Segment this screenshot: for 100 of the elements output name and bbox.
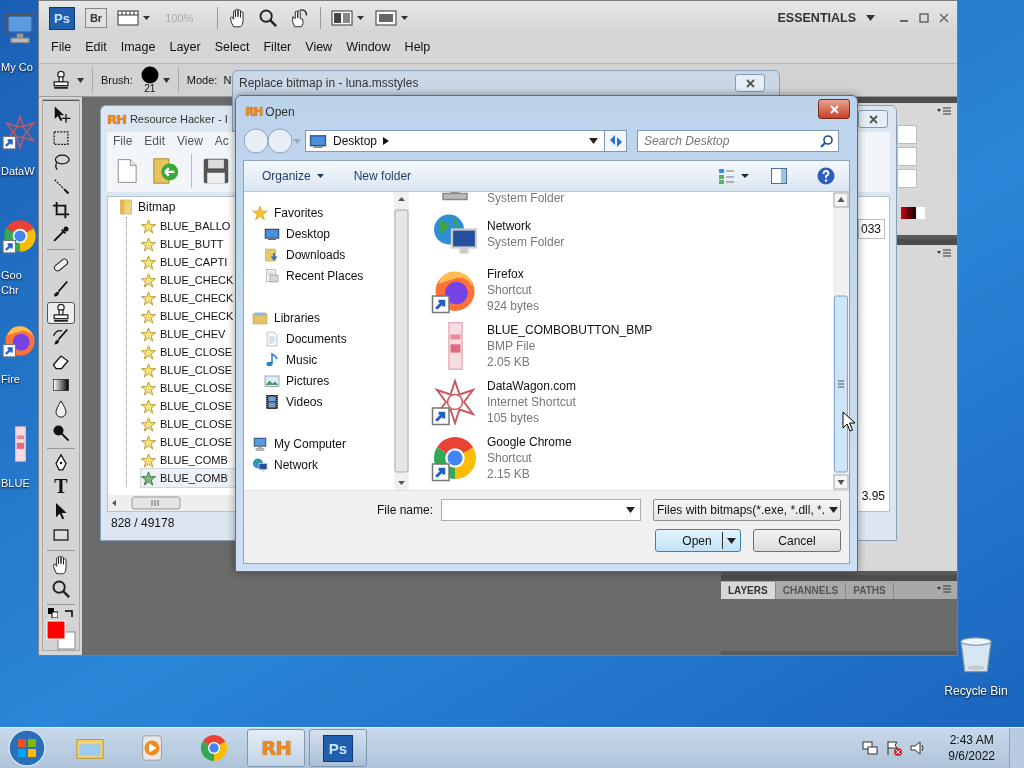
cancel-button[interactable]: Cancel bbox=[753, 529, 841, 552]
tree-item[interactable]: BLUE_CHECK bbox=[141, 307, 238, 325]
nav-item[interactable]: My Computer bbox=[252, 433, 394, 454]
tree-item[interactable]: BLUE_CAPTI bbox=[141, 253, 238, 271]
vertical-scrollbar-icon[interactable] bbox=[394, 192, 409, 490]
menu-item[interactable]: Help bbox=[397, 40, 438, 54]
screen-mode-dropdown-icon[interactable] bbox=[375, 9, 410, 27]
menu-item[interactable]: File bbox=[44, 40, 79, 54]
close-button[interactable] bbox=[858, 110, 888, 128]
help-icon[interactable] bbox=[817, 167, 835, 185]
tree-item[interactable]: BLUE_CLOSE bbox=[141, 433, 238, 451]
view-options-icon[interactable] bbox=[719, 168, 749, 184]
bridge-button[interactable]: Br bbox=[84, 8, 108, 28]
nav-item[interactable]: Recent Places bbox=[252, 265, 394, 286]
app-logo[interactable]: Ps bbox=[49, 6, 75, 30]
taskbar-button[interactable]: Ps bbox=[309, 729, 367, 767]
file-name[interactable]: Firefox bbox=[487, 266, 540, 282]
menu-item[interactable]: Layer bbox=[162, 40, 208, 54]
tree-item[interactable]: BLUE_CLOSE bbox=[141, 343, 238, 361]
network-icon[interactable] bbox=[862, 740, 879, 756]
nav-item[interactable]: Videos bbox=[252, 391, 394, 412]
file-name-field[interactable] bbox=[441, 499, 641, 521]
clock[interactable]: 2:43 AM 9/6/2022 bbox=[944, 732, 999, 764]
panel-field[interactable] bbox=[897, 169, 917, 188]
panel-menu-icon[interactable] bbox=[937, 249, 951, 257]
organize-button[interactable]: Organize bbox=[262, 169, 324, 183]
nav-item[interactable]: Desktop bbox=[252, 223, 394, 244]
tool-preset-picker[interactable] bbox=[51, 70, 84, 90]
close-icon[interactable] bbox=[745, 78, 755, 88]
color-ramp-icon[interactable] bbox=[901, 207, 925, 219]
nav-item[interactable]: Pictures bbox=[252, 370, 394, 391]
brush-picker[interactable]: 21 bbox=[140, 66, 170, 94]
history-brush-icon[interactable] bbox=[51, 326, 71, 347]
speaker-icon[interactable] bbox=[910, 740, 927, 756]
panel-menu-icon[interactable] bbox=[937, 107, 951, 115]
tree-item[interactable]: BLUE_BUTT bbox=[141, 235, 238, 253]
caret-icon[interactable] bbox=[626, 507, 635, 513]
panel-field[interactable] bbox=[897, 147, 917, 166]
horizontal-scrollbar-icon[interactable] bbox=[108, 495, 234, 511]
mode-dropdown[interactable]: N bbox=[223, 74, 232, 86]
close-icon[interactable] bbox=[939, 13, 949, 23]
flag-error-icon[interactable] bbox=[886, 740, 903, 756]
menu-item[interactable]: File bbox=[107, 134, 139, 148]
file-name[interactable]: Network bbox=[487, 218, 565, 234]
file-name[interactable]: DataWagon.com bbox=[487, 378, 576, 394]
stamp-icon[interactable] bbox=[51, 302, 71, 323]
color-swatches-icon[interactable] bbox=[46, 620, 76, 650]
menu-item[interactable]: View bbox=[171, 134, 209, 148]
start-button-icon[interactable] bbox=[7, 728, 47, 768]
tree-item[interactable]: BLUE_CHEV bbox=[141, 325, 238, 343]
new-folder-button[interactable]: New folder bbox=[353, 169, 412, 183]
folder-arrow-icon[interactable] bbox=[151, 155, 181, 187]
preview-pane-icon[interactable] bbox=[771, 168, 787, 184]
maximize-icon[interactable] bbox=[919, 13, 929, 23]
workspace-switcher[interactable]: ESSENTIALS bbox=[777, 11, 875, 25]
brush-icon[interactable] bbox=[51, 278, 71, 299]
menu-item[interactable]: Edit bbox=[78, 40, 114, 54]
close-button[interactable] bbox=[735, 74, 765, 92]
tree-item[interactable]: BLUE_CLOSE bbox=[141, 379, 238, 397]
vertical-scrollbar-icon[interactable] bbox=[833, 192, 849, 490]
open-button[interactable]: Open bbox=[655, 529, 741, 552]
swap-colors-icon[interactable] bbox=[64, 608, 74, 618]
tree-item[interactable]: BLUE_CHECK bbox=[141, 289, 238, 307]
menu-item[interactable]: Image bbox=[113, 40, 163, 54]
file-type-dropdown[interactable]: Files with bitmaps(*.exe, *.dll, *. bbox=[653, 499, 841, 521]
tree-item[interactable]: BLUE_CHECK bbox=[141, 271, 238, 289]
search-icon[interactable] bbox=[258, 8, 279, 28]
nav-item[interactable]: Downloads bbox=[252, 244, 394, 265]
tree-item[interactable]: BLUE_BALLO bbox=[141, 217, 238, 235]
menu-item[interactable]: Edit bbox=[138, 134, 172, 148]
menu-item[interactable]: Select bbox=[207, 40, 257, 54]
tree-item[interactable]: BLUE_CLOSE bbox=[141, 415, 238, 433]
arrange-documents-dropdown-icon[interactable] bbox=[331, 9, 366, 27]
refresh-button[interactable] bbox=[605, 130, 627, 152]
search-icon[interactable] bbox=[51, 578, 71, 599]
search-field[interactable]: Search Desktop bbox=[637, 130, 839, 152]
value-field[interactable]: 033 bbox=[857, 219, 885, 239]
panel-field[interactable] bbox=[897, 125, 917, 144]
nav-item[interactable]: Music bbox=[252, 349, 394, 370]
panel-tab[interactable]: LAYERS bbox=[721, 581, 776, 599]
film-strip-dropdown-icon[interactable] bbox=[117, 9, 152, 27]
close-icon[interactable] bbox=[868, 114, 878, 124]
type-tool[interactable]: T bbox=[47, 475, 75, 498]
nav-item[interactable]: Favorites bbox=[252, 202, 394, 223]
file-name[interactable]: Google Chrome bbox=[487, 434, 572, 450]
tree-item[interactable]: BLUE_COMB bbox=[141, 469, 238, 487]
menu-item[interactable]: View bbox=[298, 40, 340, 54]
tree-item[interactable]: BLUE_CLOSE bbox=[141, 397, 238, 415]
nav-item[interactable]: Documents bbox=[252, 328, 394, 349]
default-colors-icon[interactable] bbox=[48, 608, 58, 618]
menu-item[interactable]: Filter bbox=[256, 40, 299, 54]
menu-item[interactable]: Window bbox=[339, 40, 398, 54]
nav-item[interactable]: Network bbox=[252, 454, 394, 475]
panel-menu-icon[interactable] bbox=[937, 585, 951, 593]
address-bar[interactable]: Desktop bbox=[305, 130, 605, 152]
menu-item[interactable]: Ac bbox=[208, 134, 235, 148]
nav-item[interactable]: Libraries bbox=[252, 307, 394, 328]
close-button[interactable] bbox=[818, 99, 850, 119]
tree-item[interactable]: BLUE_CLOSE bbox=[141, 361, 238, 379]
crop-icon[interactable] bbox=[51, 200, 71, 221]
